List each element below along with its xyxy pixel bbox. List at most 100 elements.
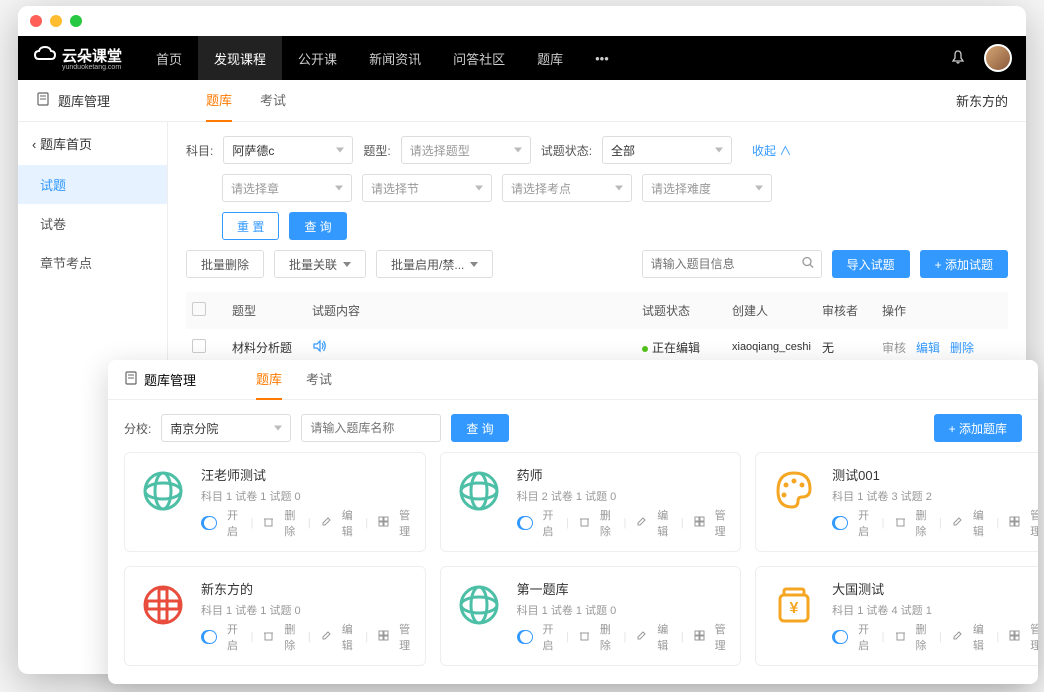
nav-item-1[interactable]: 发现课程 [198,36,282,80]
delete-link[interactable]: 删除 [916,507,930,539]
sidebar-item-1[interactable]: 试卷 [18,204,167,243]
maximize-icon[interactable] [70,15,82,27]
grid-icon[interactable] [378,516,389,530]
manage-link[interactable]: 管理 [399,507,413,539]
import-button[interactable]: 导入试题 [832,250,910,278]
delete-link[interactable]: 删除 [916,621,930,653]
trash-icon[interactable] [579,516,590,530]
school-select[interactable]: 南京分院 [161,414,291,442]
edit-link[interactable]: 编辑 [342,621,356,653]
bank-name-input[interactable] [301,414,441,442]
add-bank-button[interactable]: + 添加题库 [934,414,1022,442]
edit-icon[interactable] [636,516,647,530]
chapter-select[interactable]: 请选择章 [222,174,352,202]
op-edit[interactable]: 编辑 [916,339,940,356]
bank-card[interactable]: 测试001科目 1 试卷 3 试题 2开启|删除|编辑|管理 [755,452,1038,552]
trash-icon[interactable] [895,630,906,644]
bank-card[interactable]: ¥大国测试科目 1 试卷 4 试题 1开启|删除|编辑|管理 [755,566,1038,666]
manage-link[interactable]: 管理 [1030,507,1038,539]
edit-icon[interactable] [321,516,332,530]
status-select[interactable]: 全部 [602,136,732,164]
bulk-link-button[interactable]: 批量关联 [274,250,366,278]
difficulty-select[interactable]: 请选择难度 [642,174,772,202]
nav-item-0[interactable]: 首页 [140,36,198,80]
collapse-link[interactable]: 收起 ∧ [752,142,791,159]
query-button[interactable]: 查 询 [289,212,346,240]
toggle-switch[interactable] [832,516,848,530]
card-title: 测试001 [832,465,1038,484]
close-icon[interactable] [30,15,42,27]
edit-icon[interactable] [636,630,647,644]
search-icon[interactable] [802,257,814,272]
bank-card[interactable]: 汪老师测试科目 1 试卷 1 试题 0开启|删除|编辑|管理 [124,452,426,552]
toggle-switch[interactable] [201,516,217,530]
op-delete[interactable]: 删除 [950,339,974,356]
query-button-2[interactable]: 查 询 [451,414,508,442]
tab-考试[interactable]: 考试 [260,79,286,122]
grid-icon[interactable] [1009,516,1020,530]
manage-link[interactable]: 管理 [1030,621,1038,653]
toggle-switch[interactable] [517,516,533,530]
manage-link[interactable]: 管理 [399,621,413,653]
toggle-switch[interactable] [201,630,217,644]
delete-link[interactable]: 删除 [284,507,298,539]
sidebar-item-2[interactable]: 章节考点 [18,243,167,282]
overlay-tab-考试[interactable]: 考试 [306,360,332,400]
reset-button[interactable]: 重 置 [222,212,279,240]
bell-icon[interactable] [950,49,966,68]
page-title: 题库管理 [58,91,110,110]
bulk-toggle-button[interactable]: 批量启用/禁... [376,250,493,278]
top-nav: 云朵课堂 yunduoketang.com 首页发现课程公开课新闻资讯问答社区题… [18,36,1026,80]
trash-icon[interactable] [895,516,906,530]
edit-link[interactable]: 编辑 [973,621,987,653]
toggle-switch[interactable] [832,630,848,644]
trash-icon[interactable] [263,630,274,644]
trash-icon[interactable] [263,516,274,530]
add-question-button[interactable]: + 添加试题 [920,250,1008,278]
bank-card[interactable]: 第一题库科目 1 试卷 1 试题 0开启|删除|编辑|管理 [440,566,742,666]
manage-link[interactable]: 管理 [715,621,729,653]
manage-link[interactable]: 管理 [715,507,729,539]
trash-icon[interactable] [579,630,590,644]
edit-link[interactable]: 编辑 [342,507,356,539]
grid-icon[interactable] [378,630,389,644]
edit-link[interactable]: 编辑 [657,621,671,653]
grid-icon[interactable] [694,516,705,530]
delete-link[interactable]: 删除 [600,621,614,653]
sidebar-item-0[interactable]: 试题 [18,165,167,204]
nav-item-4[interactable]: 问答社区 [437,36,521,80]
bank-card[interactable]: 药师科目 2 试卷 1 试题 0开启|删除|编辑|管理 [440,452,742,552]
bank-card[interactable]: 新东方的科目 1 试卷 1 试题 0开启|删除|编辑|管理 [124,566,426,666]
edit-icon[interactable] [952,516,963,530]
grid-icon[interactable] [694,630,705,644]
avatar[interactable] [984,44,1012,72]
edit-icon[interactable] [321,630,332,644]
col-creator: 创建人 [732,302,822,319]
card-meta: 科目 1 [201,491,232,503]
nav-item-3[interactable]: 新闻资讯 [353,36,437,80]
minimize-icon[interactable] [50,15,62,27]
edit-icon[interactable] [952,630,963,644]
delete-link[interactable]: 删除 [284,621,298,653]
search-input[interactable] [642,250,822,278]
checkbox-all[interactable] [192,302,206,316]
nav-item-2[interactable]: 公开课 [282,36,353,80]
type-select[interactable]: 请选择题型 [401,136,531,164]
overlay-tab-题库[interactable]: 题库 [256,360,282,400]
section-select[interactable]: 请选择节 [362,174,492,202]
subject-select[interactable]: 阿萨德c [223,136,353,164]
audio-icon[interactable] [312,342,326,356]
tab-题库[interactable]: 题库 [206,79,232,122]
nav-more[interactable]: ••• [579,36,625,80]
delete-link[interactable]: 删除 [600,507,614,539]
edit-link[interactable]: 编辑 [657,507,671,539]
edit-link[interactable]: 编辑 [973,507,987,539]
grid-icon[interactable] [1009,630,1020,644]
row-checkbox[interactable] [192,339,206,353]
nav-item-5[interactable]: 题库 [521,36,579,80]
point-select[interactable]: 请选择考点 [502,174,632,202]
sidebar-back[interactable]: ‹ 题库首页 [18,122,167,165]
toggle-switch[interactable] [517,630,533,644]
logo[interactable]: 云朵课堂 yunduoketang.com [32,45,122,71]
bulk-delete-button[interactable]: 批量删除 [186,250,264,278]
